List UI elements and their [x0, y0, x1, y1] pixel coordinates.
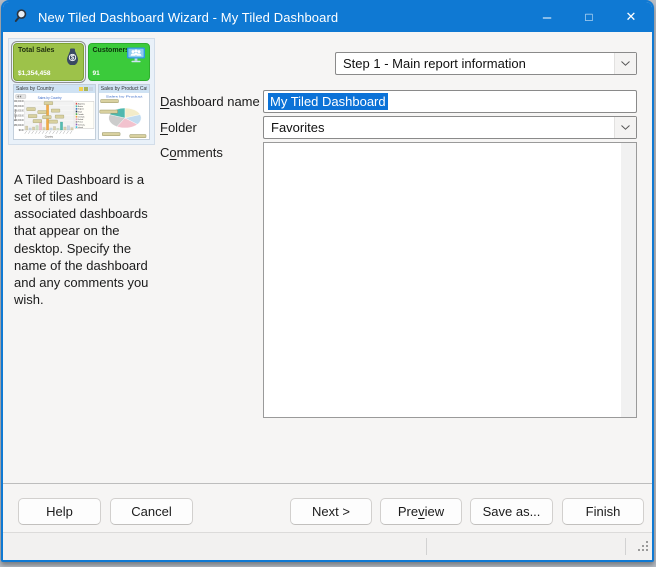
chart-header-label: Sales by Product Category [101, 86, 147, 92]
statusbar [3, 532, 652, 560]
cancel-button[interactable]: Cancel [110, 498, 193, 525]
bar-chart-thumbnail: Sales by Country $300,000.00 $250,000.00… [14, 93, 95, 139]
comments-textarea[interactable] [263, 142, 637, 418]
folder-combobox-value: Favorites [264, 120, 614, 135]
chevron-down-icon[interactable] [614, 53, 636, 74]
grid-icon [89, 87, 93, 91]
folder-label: Folder [160, 120, 197, 135]
preview-chart-sales-by-product-category: Sales by Product Category Sales by Produ… [98, 84, 150, 140]
window-title: New Tiled Dashboard Wizard - My Tiled Da… [38, 10, 526, 25]
preview-chart-sales-by-country: Sales by Country Sales by Country [13, 84, 96, 140]
chart-header-label: Sales by Country [16, 86, 78, 92]
comments-label: Comments [160, 145, 223, 160]
svg-text:Country: Country [45, 134, 54, 138]
finish-button[interactable]: Finish [562, 498, 644, 525]
chevron-down-icon[interactable] [614, 117, 636, 138]
preview-tile-customers: Customers 91 [88, 43, 151, 81]
svg-text:Total Price: Total Price [14, 108, 17, 120]
customers-monitor-icon [126, 47, 146, 68]
pie-chart-thumbnail: Sales by Product [99, 93, 149, 139]
tile-value: 91 [93, 70, 100, 77]
step-selector[interactable]: Step 1 - Main report information [335, 52, 637, 75]
money-bag-icon: $ [65, 47, 80, 70]
vertical-scrollbar[interactable] [621, 143, 636, 417]
svg-text:$250,000.00: $250,000.00 [14, 106, 24, 108]
statusbar-divider [426, 538, 427, 555]
folder-combobox[interactable]: Favorites [263, 116, 637, 139]
svg-text:$50,000.00: $50,000.00 [14, 125, 24, 127]
dashboard-name-label: Dashboard name [160, 94, 260, 109]
statusbar-divider [625, 538, 626, 555]
chart-header: Sales by Country [14, 85, 95, 93]
dashboard-name-input[interactable]: My Tiled Dashboard [263, 90, 637, 113]
magnifier-app-icon [13, 9, 30, 26]
maximize-button[interactable]: □ [568, 2, 610, 32]
button-row-separator [3, 483, 652, 484]
wizard-description: A Tiled Dashboard is a set of tiles and … [14, 171, 155, 308]
svg-text:Ireland: Ireland [78, 126, 83, 129]
next-button[interactable]: Next > [290, 498, 372, 525]
dashboard-preview-thumbnail: Total Sales $ $1,354,458 Customers [8, 38, 155, 145]
chart-header: Sales by Product Category [99, 85, 149, 93]
preview-tile-total-sales: Total Sales $ $1,354,458 [13, 43, 84, 81]
step-selector-value: Step 1 - Main report information [336, 56, 614, 71]
titlebar: New Tiled Dashboard Wizard - My Tiled Da… [3, 2, 652, 32]
comments-text[interactable] [264, 143, 621, 417]
refresh-icon [84, 87, 88, 91]
preview-chart-row: Sales by Country Sales by Country [13, 84, 150, 140]
preview-button[interactable]: Preview [380, 498, 462, 525]
tile-value: $1,354,458 [18, 70, 51, 77]
resize-grip[interactable] [638, 539, 649, 557]
selected-input-text: My Tiled Dashboard [268, 93, 388, 110]
svg-text:Sales by Product: Sales by Product [106, 95, 144, 99]
close-button[interactable]: ✕ [610, 2, 652, 32]
svg-text:Sales by Country: Sales by Country [38, 96, 62, 100]
wizard-dialog: New Tiled Dashboard Wizard - My Tiled Da… [1, 0, 654, 562]
save-as-button[interactable]: Save as... [470, 498, 553, 525]
export-icon [79, 87, 83, 91]
svg-text:$300,000.00: $300,000.00 [14, 101, 24, 103]
svg-text:$0.00: $0.00 [19, 130, 25, 132]
preview-tile-row: Total Sales $ $1,354,458 Customers [13, 43, 150, 81]
help-button[interactable]: Help [18, 498, 101, 525]
minimize-button[interactable]: – [526, 2, 568, 32]
